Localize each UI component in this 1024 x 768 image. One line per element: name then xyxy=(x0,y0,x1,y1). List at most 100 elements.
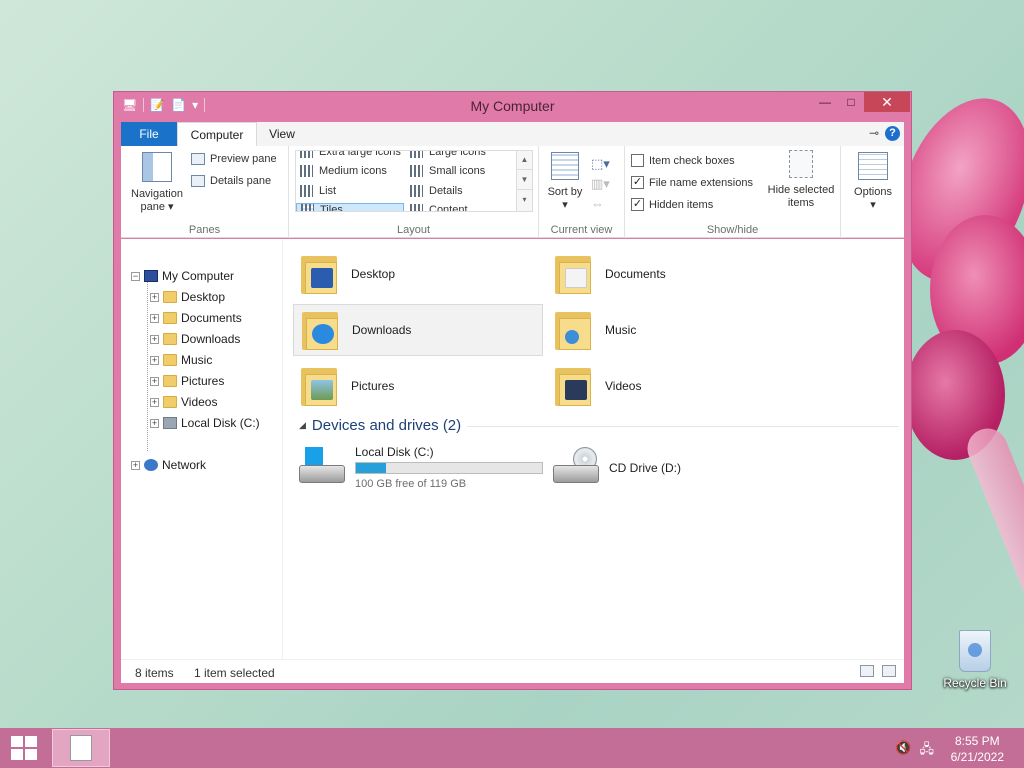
close-button[interactable]: ✕ xyxy=(864,92,910,112)
hidden-items-option[interactable]: ✓ Hidden items xyxy=(631,198,713,211)
clock[interactable]: 8:55 PM 6/21/2022 xyxy=(951,733,1004,765)
file-name-extensions-option[interactable]: ✓ File name extensions xyxy=(631,176,753,189)
panes-group-label: Panes xyxy=(188,224,221,236)
tree-item-network[interactable]: + Network xyxy=(131,458,206,472)
details-pane-button[interactable]: Details pane xyxy=(191,175,271,187)
expand-icon[interactable]: + xyxy=(150,418,159,428)
desktop-folder-icon xyxy=(299,252,339,296)
drive-local-disk[interactable]: Local Disk (C:) 100 GB free of 119 GB xyxy=(299,445,543,490)
layout-item-label: List xyxy=(319,185,337,197)
layout-large-icons[interactable]: Large icons xyxy=(410,151,486,158)
network-status-icon[interactable]: 🖧 xyxy=(920,740,935,762)
tree-item-local-disk[interactable]: + Local Disk (C:) xyxy=(150,416,260,430)
tab-view[interactable]: View xyxy=(257,122,307,146)
tab-file[interactable]: File xyxy=(121,122,177,146)
layout-scrollbar[interactable]: ▲ ▼ ▾ xyxy=(516,151,532,211)
expand-icon[interactable]: + xyxy=(150,355,159,365)
pictures-folder-icon xyxy=(163,375,177,387)
item-check-boxes-label: Item check boxes xyxy=(649,154,735,167)
group-by-icon[interactable]: ⬚▾ xyxy=(591,154,610,174)
expand-icon[interactable]: + xyxy=(150,292,159,302)
drive-cd[interactable]: CD Drive (D:) xyxy=(553,445,681,489)
layout-list[interactable]: List xyxy=(300,185,336,197)
collapse-section-icon[interactable]: ◢ xyxy=(299,420,306,431)
expand-icon[interactable]: + xyxy=(150,376,159,386)
folder-tile-documents[interactable]: Documents xyxy=(547,248,797,300)
show-hide-group-label: Show/hide xyxy=(706,224,759,236)
options-button[interactable]: Options ▾ xyxy=(845,152,901,212)
drive-usage-fill xyxy=(356,463,386,473)
tree-item-label: Desktop xyxy=(181,290,226,304)
folder-tile-desktop[interactable]: Desktop xyxy=(293,248,543,300)
large-icons-icon xyxy=(410,151,423,158)
expand-icon[interactable]: + xyxy=(131,460,140,470)
hide-selected-items-button[interactable]: Hide selected items xyxy=(765,150,837,210)
navigation-pane-label: Navigation pane xyxy=(131,188,183,213)
tiles-icon xyxy=(301,204,314,211)
layout-tiles[interactable]: Tiles xyxy=(296,203,404,211)
volume-muted-icon[interactable]: 🔇 xyxy=(895,740,911,762)
system-tray: 🔇 🖧 xyxy=(895,740,934,762)
tree-item-pictures[interactable]: + Pictures xyxy=(150,374,224,388)
status-bar: 8 items 1 item selected xyxy=(121,659,904,683)
layout-small-icons[interactable]: Small icons xyxy=(410,165,485,177)
content-icon xyxy=(410,204,423,211)
file-list: Desktop Documents Downloads Music Pictur… xyxy=(293,239,901,659)
tree-item-videos[interactable]: + Videos xyxy=(150,395,217,409)
sort-by-label: Sort by xyxy=(547,186,583,198)
maximize-button[interactable]: □ xyxy=(838,92,864,112)
large-icons-view-icon[interactable] xyxy=(882,665,896,677)
tree-item-downloads[interactable]: + Downloads xyxy=(150,332,240,346)
details-view-icon[interactable] xyxy=(860,665,874,677)
sort-by-icon xyxy=(551,152,579,180)
pin-ribbon-icon[interactable]: ⊸ xyxy=(869,126,879,141)
folder-tile-music[interactable]: Music xyxy=(547,304,797,356)
show-hide-group: Item check boxes ✓ File name extensions … xyxy=(625,146,841,238)
layout-extra-large-icons[interactable]: Extra large icons xyxy=(300,151,401,158)
navigation-pane: − My Computer + Desktop + Documents + Do… xyxy=(121,239,283,659)
minimize-button[interactable]: — xyxy=(812,92,838,112)
tree-item-music[interactable]: + Music xyxy=(150,353,212,367)
taskbar-app-button[interactable] xyxy=(52,729,110,767)
scroll-down-icon[interactable]: ▼ xyxy=(517,169,532,189)
item-check-boxes-checkbox[interactable] xyxy=(631,154,644,167)
navigation-pane-button[interactable]: Navigation pane ▾ xyxy=(125,152,189,214)
devices-section-header[interactable]: ◢ Devices and drives (2) xyxy=(299,417,899,434)
sort-by-button[interactable]: Sort by ▾ xyxy=(545,152,585,212)
preview-pane-button[interactable]: Preview pane xyxy=(191,153,277,165)
expand-icon[interactable]: + xyxy=(150,334,159,344)
folder-tile-pictures[interactable]: Pictures xyxy=(293,360,543,412)
music-folder-icon xyxy=(553,308,593,352)
tree-item-documents[interactable]: + Documents xyxy=(150,311,242,325)
window-title: My Computer xyxy=(470,98,555,114)
layout-item-label: Small icons xyxy=(429,165,486,177)
scroll-up-icon[interactable]: ▲ xyxy=(517,151,532,169)
folder-tile-downloads[interactable]: Downloads xyxy=(293,304,543,356)
current-view-group-label: Current view xyxy=(550,224,613,236)
title-bar[interactable]: 🖥 📝 📄 ▾ My Computer — □ ✕ xyxy=(114,92,911,120)
hidden-items-checkbox[interactable]: ✓ xyxy=(631,198,644,211)
explorer-window: 🖥 📝 📄 ▾ My Computer — □ ✕ File Computer … xyxy=(113,91,912,690)
tree-item-desktop[interactable]: + Desktop xyxy=(150,290,225,304)
folder-tile-videos[interactable]: Videos xyxy=(547,360,797,412)
expand-icon[interactable]: + xyxy=(150,313,159,323)
tab-computer[interactable]: Computer xyxy=(177,122,257,146)
file-name-extensions-checkbox[interactable]: ✓ xyxy=(631,176,644,189)
devices-section-title: Devices and drives (2) xyxy=(311,417,462,434)
expand-icon[interactable]: + xyxy=(150,397,159,407)
layout-details[interactable]: Details xyxy=(410,185,463,197)
collapse-icon[interactable]: − xyxy=(131,271,140,281)
layout-medium-icons[interactable]: Medium icons xyxy=(300,165,387,177)
help-icon[interactable]: ? xyxy=(885,126,900,141)
tree-item-my-computer[interactable]: − My Computer xyxy=(131,269,234,283)
start-button[interactable] xyxy=(0,728,48,768)
cd-drive-icon xyxy=(553,445,601,489)
recycle-bin-shortcut[interactable]: Recycle Bin xyxy=(940,630,1010,690)
local-disk-icon xyxy=(163,417,177,429)
options-icon xyxy=(858,152,888,180)
item-check-boxes-option[interactable]: Item check boxes xyxy=(631,154,735,167)
tree-item-label: Videos xyxy=(181,395,218,409)
local-disk-icon xyxy=(299,445,347,489)
expand-gallery-icon[interactable]: ▾ xyxy=(517,189,532,209)
layout-content[interactable]: Content xyxy=(410,204,468,211)
